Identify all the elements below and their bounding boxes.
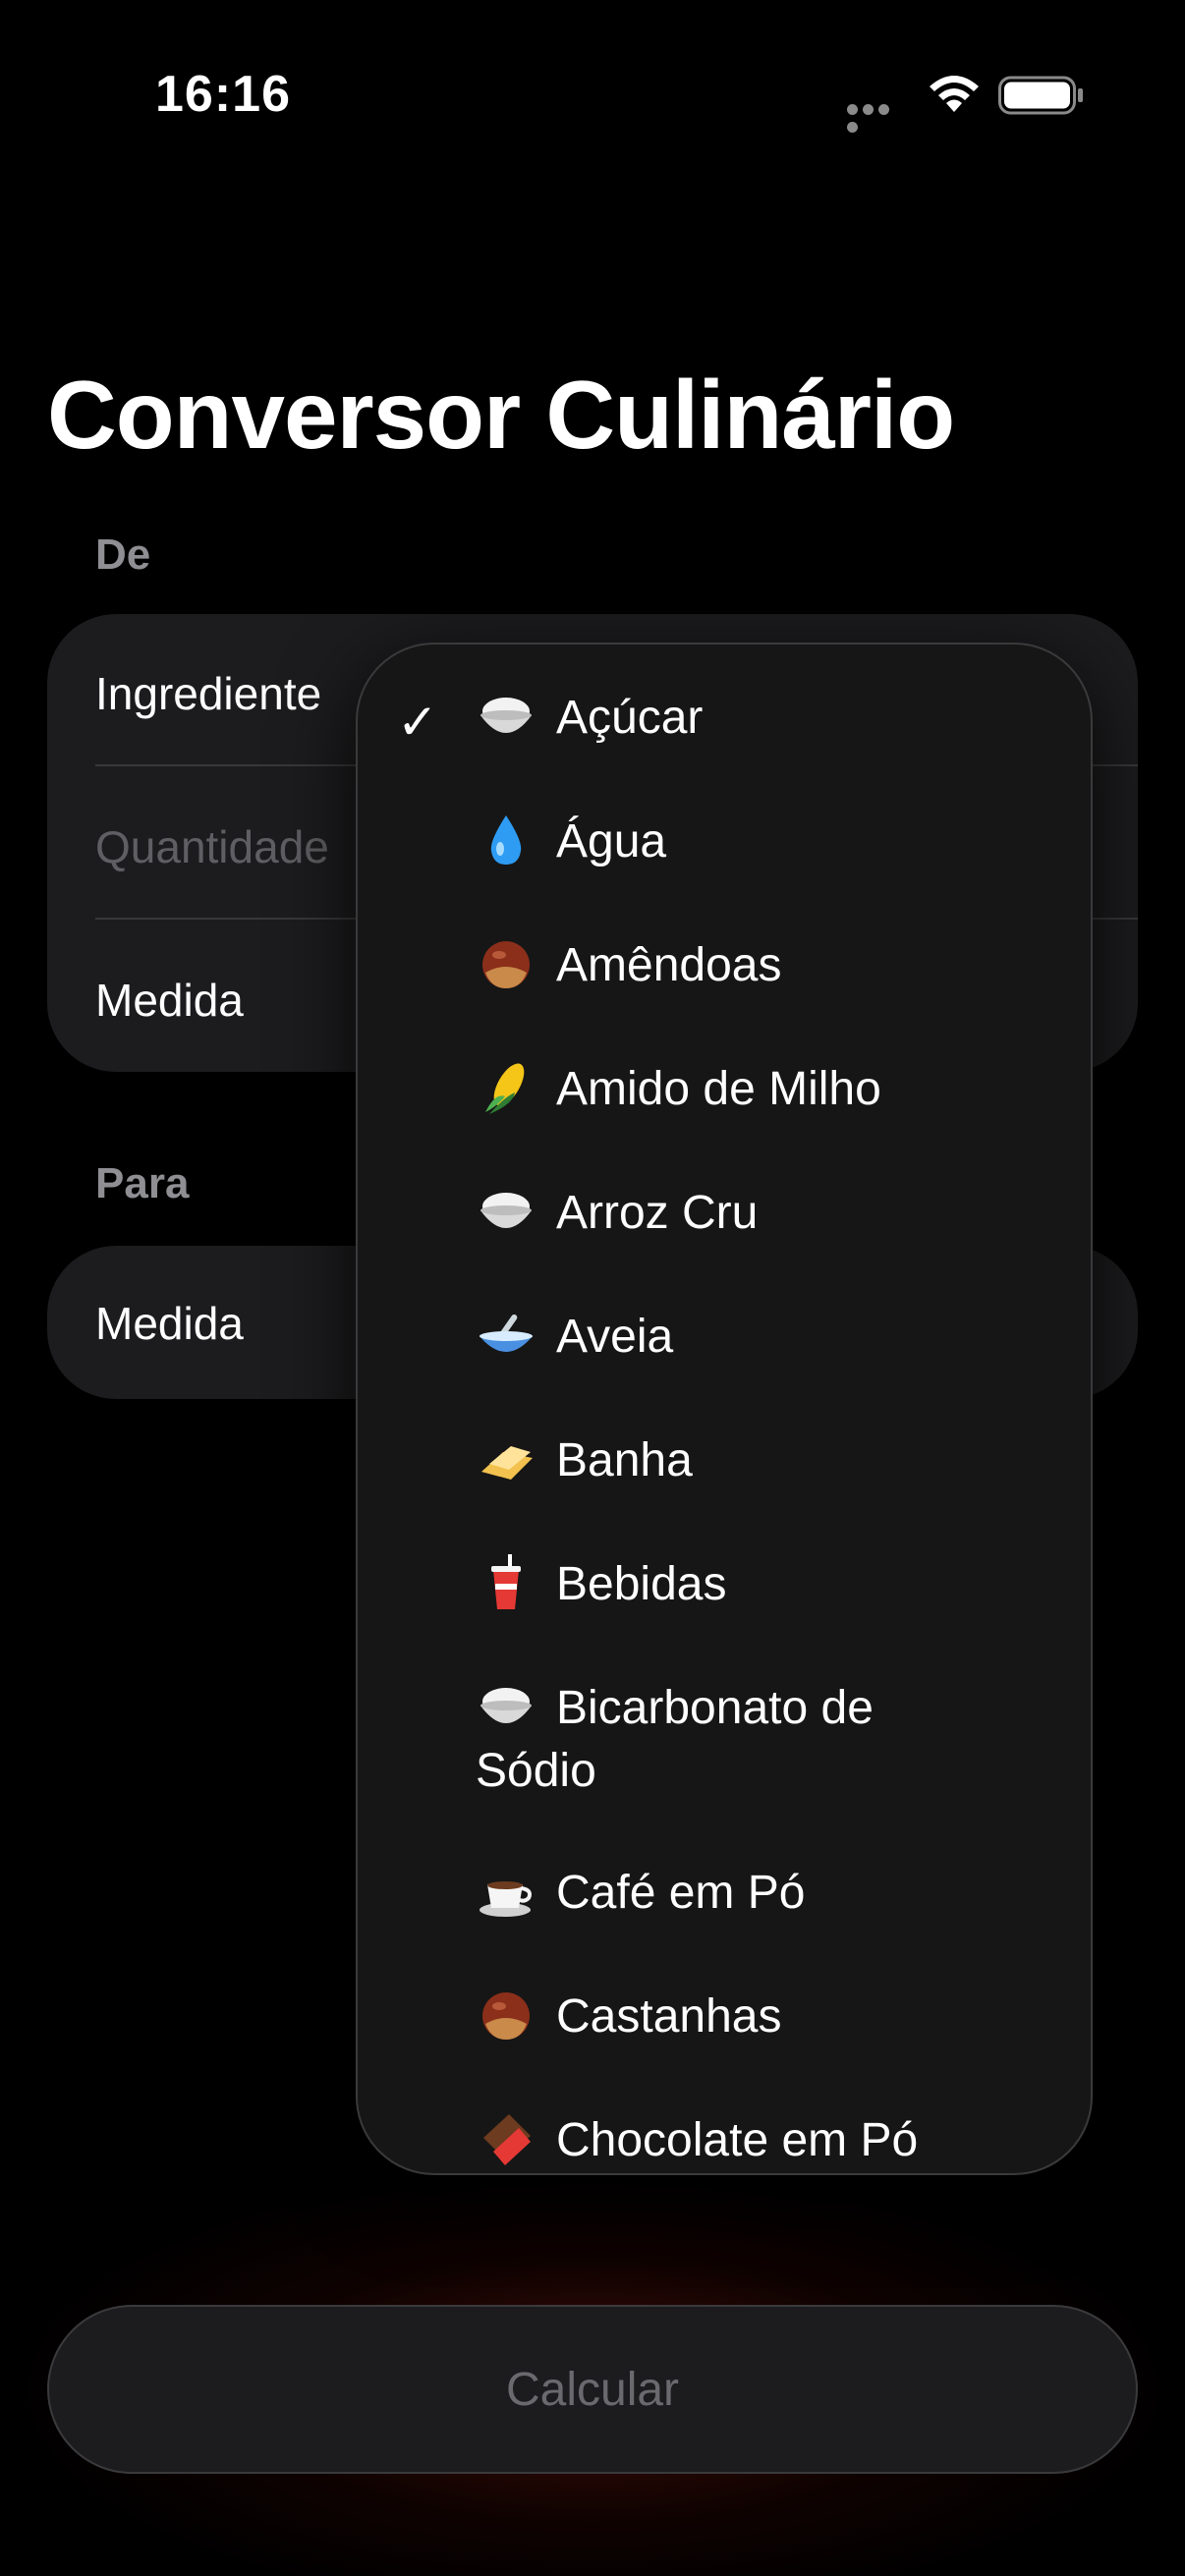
battery-icon bbox=[998, 76, 1083, 115]
bowl-spoon-icon bbox=[480, 1314, 533, 1352]
quantity-input[interactable]: Quantidade bbox=[95, 820, 329, 873]
from-measure-picker[interactable]: Medida bbox=[95, 974, 244, 1027]
ingredient-picker[interactable]: Ingrediente bbox=[95, 667, 321, 720]
menu-item-amido-de-milho[interactable]: Amido de Milho bbox=[476, 1057, 881, 1121]
section-label-to: Para bbox=[95, 1159, 190, 1207]
menu-item-cafe[interactable]: Café em Pó bbox=[476, 1861, 805, 1925]
menu-item-label: Amido de Milho bbox=[556, 1063, 881, 1115]
menu-item-label: Bebidas bbox=[556, 1558, 727, 1610]
menu-item-label: Açúcar bbox=[556, 692, 704, 744]
droplet-icon bbox=[490, 815, 522, 865]
menu-item-label: Aveia bbox=[556, 1311, 674, 1363]
butter-icon bbox=[481, 1446, 533, 1480]
menu-item-castanhas[interactable]: Castanhas bbox=[476, 1985, 781, 2048]
menu-item-label: Café em Pó bbox=[556, 1867, 806, 1919]
rice-bowl-icon bbox=[480, 1688, 532, 1723]
menu-item-label: Água bbox=[556, 815, 667, 868]
rice-bowl-icon bbox=[480, 1193, 532, 1228]
chestnut-icon bbox=[482, 941, 530, 988]
calculate-button[interactable]: Calcular bbox=[47, 2305, 1138, 2474]
menu-item-bicarbonato[interactable]: Bicarbonato de Sódio bbox=[476, 1676, 908, 1803]
menu-item-label: Chocolate em Pó bbox=[556, 2114, 919, 2166]
coffee-icon bbox=[480, 1881, 533, 1917]
menu-item-bebidas[interactable]: Bebidas bbox=[476, 1552, 726, 1616]
wifi-icon bbox=[930, 76, 979, 112]
menu-item-aveia[interactable]: Aveia bbox=[476, 1305, 673, 1369]
cup-straw-icon bbox=[491, 1554, 521, 1609]
status-time: 16:16 bbox=[155, 66, 291, 123]
menu-item-chocolate[interactable]: Chocolate em Pó bbox=[476, 2108, 918, 2172]
status-bar: 16:16 bbox=[0, 0, 1185, 196]
to-measure-picker[interactable]: Medida bbox=[95, 1297, 244, 1350]
menu-item-banha[interactable]: Banha bbox=[476, 1428, 693, 1492]
chocolate-icon bbox=[483, 2114, 531, 2165]
section-label-from: De bbox=[95, 531, 151, 579]
corn-icon bbox=[485, 1063, 525, 1114]
menu-item-acucar[interactable]: Açúcar bbox=[476, 686, 703, 750]
cellular-signal-icon bbox=[847, 102, 908, 133]
ingredient-menu: ✓ Açúcar Água Amêndoas Amido de Milho Ar… bbox=[356, 643, 1093, 2175]
chestnut-icon bbox=[482, 1992, 530, 2040]
menu-item-label: Amêndoas bbox=[556, 939, 782, 991]
menu-item-label: Arroz Cru bbox=[556, 1187, 759, 1239]
rice-bowl-icon bbox=[480, 698, 532, 733]
page-title: Conversor Culinário bbox=[47, 361, 955, 469]
menu-item-agua[interactable]: Água bbox=[476, 810, 666, 873]
menu-item-arroz-cru[interactable]: Arroz Cru bbox=[476, 1181, 758, 1245]
menu-item-label: Banha bbox=[556, 1434, 693, 1486]
menu-item-amendoas[interactable]: Amêndoas bbox=[476, 933, 781, 997]
checkmark-icon: ✓ bbox=[397, 695, 438, 750]
menu-item-label: Castanhas bbox=[556, 1990, 782, 2043]
